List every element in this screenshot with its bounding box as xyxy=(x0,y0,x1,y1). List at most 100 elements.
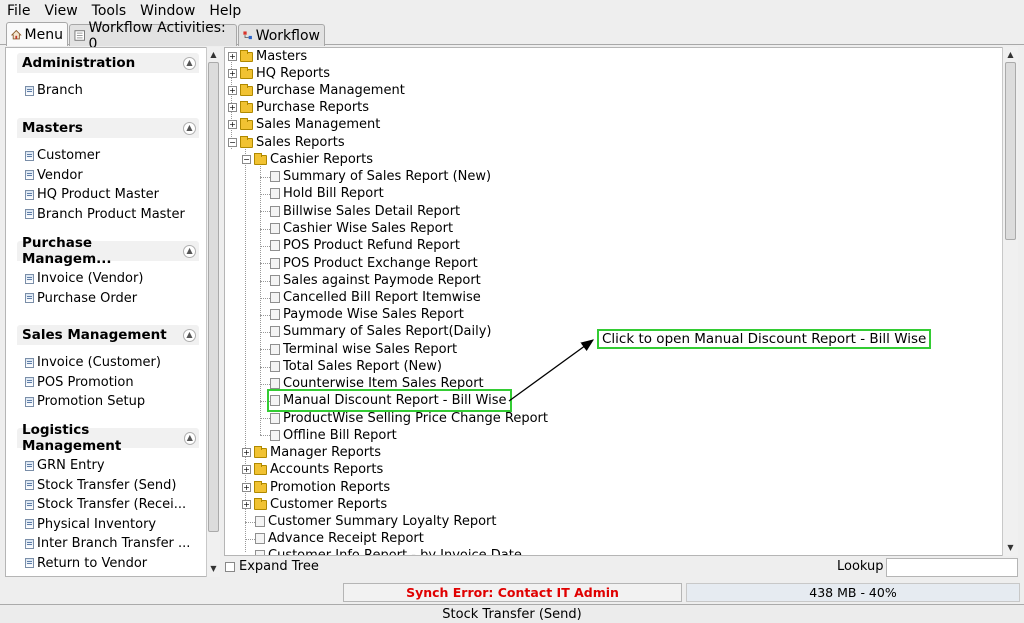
tree-leaf-report[interactable]: Customer Summary Loyalty Report xyxy=(255,513,497,530)
collapse-icon[interactable]: ▲ xyxy=(183,244,196,258)
expand-icon[interactable]: + xyxy=(242,500,251,509)
sidebar-item-branch[interactable]: Branch xyxy=(17,81,199,101)
synch-error-status[interactable]: Synch Error: Contact IT Admin xyxy=(343,583,682,602)
tree-node-purchase-reports[interactable]: + Purchase Reports xyxy=(228,99,369,116)
sidebar-item-pos-promotion[interactable]: POS Promotion xyxy=(17,373,199,393)
menu-view[interactable]: View xyxy=(44,3,77,19)
group-title: Sales Management xyxy=(22,327,167,343)
expand-icon[interactable]: + xyxy=(242,448,251,457)
document-icon xyxy=(25,558,34,569)
tree-leaf-report[interactable]: Cashier Wise Sales Report xyxy=(270,220,453,237)
tree-leaf-report[interactable]: Paymode Wise Sales Report xyxy=(270,306,464,323)
sidebar-item-invoice-vendor[interactable]: Invoice (Vendor) xyxy=(17,269,199,289)
tree-scroll-thumb[interactable] xyxy=(1005,62,1016,240)
tree-leaf-report[interactable]: ProductWise Selling Price Change Report xyxy=(270,410,548,427)
expand-icon[interactable]: + xyxy=(242,483,251,492)
expand-icon[interactable]: + xyxy=(228,86,237,95)
report-icon xyxy=(255,516,265,527)
tree-leaf-report[interactable]: Counterwise Item Sales Report xyxy=(270,375,484,392)
expand-icon[interactable]: + xyxy=(228,69,237,78)
tree-node-hq-reports[interactable]: + HQ Reports xyxy=(228,65,330,82)
sidebar-item-inter-branch-transfer[interactable]: Inter Branch Transfer ... xyxy=(17,534,199,554)
collapse-node-icon[interactable]: − xyxy=(228,138,237,147)
tree-node-masters[interactable]: + Masters xyxy=(228,48,307,65)
sidebar-item-promotion-setup[interactable]: Promotion Setup xyxy=(17,392,199,412)
group-title: Purchase Managem... xyxy=(22,235,112,267)
tree-node-cashier-reports[interactable]: − Cashier Reports xyxy=(242,151,373,168)
group-header[interactable]: Logistics Management ▲ xyxy=(17,422,199,454)
sidebar-item-customer[interactable]: Customer xyxy=(17,146,199,166)
tree-node-purchase-management[interactable]: + Purchase Management xyxy=(228,82,405,99)
expand-tree-checkbox[interactable]: Expand Tree xyxy=(225,559,319,574)
collapse-node-icon[interactable]: − xyxy=(242,155,251,164)
report-icon xyxy=(270,258,280,269)
scroll-up-arrow-icon[interactable]: ▲ xyxy=(1004,48,1017,61)
tree-leaf-report[interactable]: Hold Bill Report xyxy=(270,185,384,202)
group-header[interactable]: Sales Management ▲ xyxy=(17,325,199,346)
tree-leaf-report[interactable]: Offline Bill Report xyxy=(270,427,397,444)
tree-leaf-report[interactable]: Summary of Sales Report (New) xyxy=(270,168,491,185)
tree-leaf-label: POS Product Refund Report xyxy=(283,238,460,253)
tree-leaf-report[interactable]: POS Product Refund Report xyxy=(270,237,460,254)
tree-leaf-report[interactable]: Sales against Paymode Report xyxy=(270,272,481,289)
tree-leaf-label: Sales against Paymode Report xyxy=(283,273,481,288)
tree-leaf-label: Hold Bill Report xyxy=(283,186,384,201)
menu-file[interactable]: File xyxy=(7,3,30,19)
collapse-icon[interactable]: ▲ xyxy=(183,431,196,445)
tree-leaf-report[interactable]: Billwise Sales Detail Report xyxy=(270,203,460,220)
group-header[interactable]: Masters ▲ xyxy=(17,118,199,139)
sidebar-item-invoice-customer[interactable]: Invoice (Customer) xyxy=(17,353,199,373)
scroll-down-arrow-icon[interactable]: ▼ xyxy=(207,562,220,575)
tree-scrollbar[interactable]: ▲ ▼ xyxy=(1002,47,1018,556)
tree-node-sales-management[interactable]: + Sales Management xyxy=(228,116,380,133)
tree-node-promotion-reports[interactable]: + Promotion Reports xyxy=(242,479,390,496)
sidebar-item-grn-entry[interactable]: GRN Entry xyxy=(17,456,199,476)
scroll-up-arrow-icon[interactable]: ▲ xyxy=(207,48,220,61)
sidebar-item-vendor[interactable]: Vendor xyxy=(17,166,199,186)
tree-leaf-report[interactable]: Cancelled Bill Report Itemwise xyxy=(270,289,481,306)
sidebar-item-hq-product-master[interactable]: HQ Product Master xyxy=(17,185,199,205)
sidebar-scrollbar[interactable]: ▲ ▼ xyxy=(206,47,220,577)
tab-workflow-activities[interactable]: Workflow Activities: 0 xyxy=(69,20,237,52)
menu-window[interactable]: Window xyxy=(140,3,195,19)
sidebar-item-branch-product-master[interactable]: Branch Product Master xyxy=(17,205,199,225)
memory-usage-indicator[interactable]: 438 MB - 40% xyxy=(686,583,1020,602)
menu-help[interactable]: Help xyxy=(209,3,241,19)
scroll-down-arrow-icon[interactable]: ▼ xyxy=(1004,541,1017,554)
tab-workflow[interactable]: Workflow xyxy=(238,24,325,46)
expand-icon[interactable]: + xyxy=(242,465,251,474)
group-header[interactable]: Purchase Managem... ▲ xyxy=(17,235,199,267)
tree-leaf-report[interactable]: Terminal wise Sales Report xyxy=(270,341,457,358)
sidebar-item-purchase-order[interactable]: Purchase Order xyxy=(17,289,199,309)
lookup-input[interactable] xyxy=(886,558,1018,577)
collapse-icon[interactable]: ▲ xyxy=(183,56,196,70)
sidebar-group-logistics-management: Logistics Management ▲ GRN Entry Stock Tr… xyxy=(17,422,199,574)
sidebar-item-return-to-vendor[interactable]: Return to Vendor xyxy=(17,554,199,574)
tree-leaf-report[interactable]: Customer Info Report - by Invoice Date xyxy=(255,547,522,555)
sidebar-scroll-thumb[interactable] xyxy=(208,62,219,532)
sidebar-item-physical-inventory[interactable]: Physical Inventory xyxy=(17,515,199,535)
expand-icon[interactable]: + xyxy=(228,52,237,61)
tree-leaf-report[interactable]: Advance Receipt Report xyxy=(255,530,424,547)
tree-leaf-report[interactable]: Summary of Sales Report(Daily) xyxy=(270,323,491,340)
expand-icon[interactable]: + xyxy=(228,120,237,129)
expand-icon[interactable]: + xyxy=(228,103,237,112)
tree-node-manager-reports[interactable]: + Manager Reports xyxy=(242,444,381,461)
collapse-icon[interactable]: ▲ xyxy=(183,328,196,342)
tree-leaf-manual-discount-report[interactable]: Manual Discount Report - Bill Wise xyxy=(266,389,513,412)
workflow-icon xyxy=(243,31,252,40)
tree-node-customer-reports[interactable]: + Customer Reports xyxy=(242,496,387,513)
sidebar-item-label: Inter Branch Transfer ... xyxy=(37,536,191,552)
tree-leaf-label: Offline Bill Report xyxy=(283,428,397,443)
sidebar-item-stock-transfer-receive[interactable]: Stock Transfer (Recei... xyxy=(17,495,199,515)
tree-node-accounts-reports[interactable]: + Accounts Reports xyxy=(242,461,383,478)
group-header[interactable]: Administration ▲ xyxy=(17,53,199,74)
sidebar-item-stock-transfer-send[interactable]: Stock Transfer (Send) xyxy=(17,476,199,496)
tree-node-sales-reports[interactable]: − Sales Reports xyxy=(228,134,345,151)
tab-menu[interactable]: Menu xyxy=(6,22,68,46)
tree-leaf-report[interactable]: POS Product Exchange Report xyxy=(270,255,478,272)
collapse-icon[interactable]: ▲ xyxy=(183,121,196,135)
menu-tools[interactable]: Tools xyxy=(92,3,127,19)
checkbox-icon[interactable] xyxy=(225,561,235,572)
tree-leaf-report[interactable]: Total Sales Report (New) xyxy=(270,358,442,375)
